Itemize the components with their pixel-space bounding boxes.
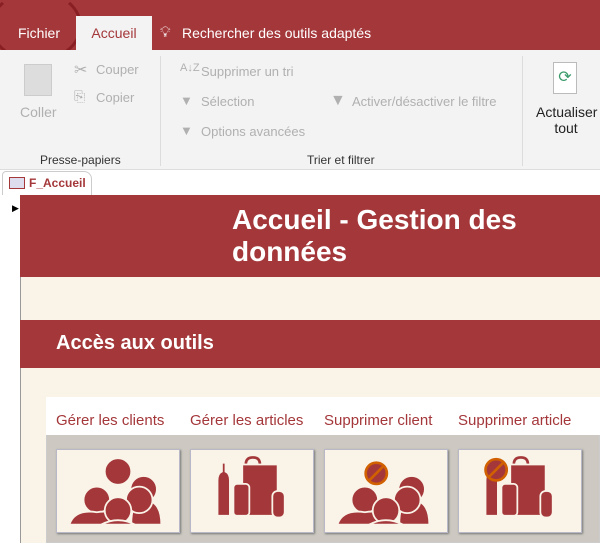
separator <box>522 56 523 166</box>
tool-label-delete-client: Supprimer client <box>324 412 433 429</box>
manage-clients-button[interactable] <box>56 449 180 533</box>
delete-client-button[interactable] <box>324 449 448 533</box>
document-tab[interactable]: F_Accueil <box>2 171 92 195</box>
search-tools[interactable]: Rechercher des outils adaptés <box>170 16 383 50</box>
lightbulb-icon: 💡︎ <box>160 24 171 41</box>
cut-button[interactable]: Couper <box>96 62 139 77</box>
ribbon <box>0 50 600 170</box>
products-icon <box>216 456 286 519</box>
tool-label-delete-article: Supprimer article <box>458 412 572 429</box>
copy-button[interactable]: Copier <box>96 90 134 105</box>
products-delete-icon <box>484 456 554 519</box>
toggle-filter-button[interactable]: Activer/désactiver le filtre <box>352 94 497 109</box>
selection-button[interactable]: Sélection <box>201 94 254 109</box>
form-title: Accueil - Gestion des données <box>232 204 517 267</box>
refresh-label-2: tout <box>554 120 578 136</box>
remove-sort-button[interactable]: Supprimer un tri <box>201 64 293 79</box>
group-label-clipboard: Presse-papiers <box>40 153 121 167</box>
sort-az-icon: A↓Z <box>180 62 200 74</box>
delete-article-button[interactable] <box>458 449 582 533</box>
paste-icon <box>24 64 52 96</box>
form-icon <box>9 177 25 189</box>
copy-icon: ⎘ <box>74 88 86 104</box>
advanced-options-button[interactable]: Options avancées <box>201 124 305 139</box>
filter-icon: ▼ <box>180 93 193 108</box>
refresh-label: Actualiser <box>536 104 598 120</box>
group-label-sort: Trier et filtrer <box>307 153 375 167</box>
scissors-icon: ✂ <box>74 62 88 79</box>
paste-button[interactable]: Coller <box>20 104 57 120</box>
advanced-filter-icon: ▼ <box>180 123 193 138</box>
separator <box>160 56 161 166</box>
section-title: Accès aux outils <box>56 332 214 354</box>
toggle-filter-icon: ▼ <box>330 92 346 109</box>
document-tab-label: F_Accueil <box>29 176 86 190</box>
tab-accueil[interactable]: Accueil <box>76 16 152 50</box>
refresh-all-button[interactable]: Actualiser tout <box>536 104 598 136</box>
refresh-icon: ⟳ <box>553 62 577 94</box>
manage-articles-button[interactable] <box>190 449 314 533</box>
tool-label-clients: Gérer les clients <box>56 412 165 429</box>
people-icon <box>68 457 163 526</box>
tool-label-articles: Gérer les articles <box>190 412 304 429</box>
record-selector-icon: ▶ <box>12 203 19 213</box>
people-delete-icon <box>336 461 431 526</box>
